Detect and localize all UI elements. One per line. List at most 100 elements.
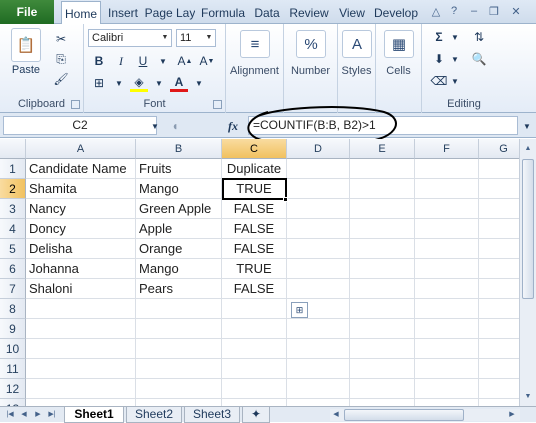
cell-c13[interactable] bbox=[222, 399, 287, 406]
decrease-font-icon[interactable]: A ▼ bbox=[198, 52, 216, 70]
cell-e3[interactable] bbox=[350, 199, 415, 219]
horizontal-scroll-thumb[interactable] bbox=[344, 409, 464, 421]
tab-formulas[interactable]: Formula bbox=[197, 2, 249, 24]
cell-a5[interactable]: Delisha bbox=[26, 239, 136, 259]
cell-f13[interactable] bbox=[415, 399, 479, 406]
cell-g8[interactable] bbox=[479, 299, 519, 319]
autosum-dropdown-icon[interactable]: ▼ bbox=[446, 28, 464, 46]
underline-dropdown-icon[interactable]: ▼ bbox=[154, 52, 172, 70]
cell-f5[interactable] bbox=[415, 239, 479, 259]
insert-sheet-icon[interactable]: ✦ bbox=[242, 407, 270, 423]
cell-e8[interactable] bbox=[350, 299, 415, 319]
window-restore-icon[interactable]: ❐ bbox=[486, 3, 502, 19]
cell-c9[interactable] bbox=[222, 319, 287, 339]
cell-g7[interactable] bbox=[479, 279, 519, 299]
cell-a11[interactable] bbox=[26, 359, 136, 379]
cell-f1[interactable] bbox=[415, 159, 479, 179]
tab-home[interactable]: Home bbox=[61, 1, 101, 25]
cell-d5[interactable] bbox=[287, 239, 350, 259]
cell-a10[interactable] bbox=[26, 339, 136, 359]
cell-b13[interactable] bbox=[136, 399, 222, 406]
last-sheet-icon[interactable]: ▶| bbox=[46, 409, 58, 421]
cell-d3[interactable] bbox=[287, 199, 350, 219]
fill-dropdown-icon[interactable]: ▼ bbox=[446, 50, 464, 68]
row-header-11[interactable]: 11 bbox=[0, 359, 26, 379]
cell-f8[interactable] bbox=[415, 299, 479, 319]
cell-b9[interactable] bbox=[136, 319, 222, 339]
number-format-button[interactable]: % bbox=[296, 30, 326, 58]
cell-c12[interactable] bbox=[222, 379, 287, 399]
sheet-tab-sheet3[interactable]: Sheet3 bbox=[184, 407, 240, 423]
font-launcher-icon[interactable] bbox=[213, 100, 222, 109]
cell-f2[interactable] bbox=[415, 179, 479, 199]
scroll-up-icon[interactable]: ▲ bbox=[522, 143, 534, 155]
cell-b12[interactable] bbox=[136, 379, 222, 399]
cell-g5[interactable] bbox=[479, 239, 519, 259]
font-color-dropdown-icon[interactable]: ▼ bbox=[190, 74, 208, 92]
cell-a13[interactable] bbox=[26, 399, 136, 406]
cell-d2[interactable] bbox=[287, 179, 350, 199]
cells-button[interactable]: ▦ bbox=[384, 30, 414, 58]
row-header-13[interactable]: 13 bbox=[0, 399, 26, 406]
cell-g6[interactable] bbox=[479, 259, 519, 279]
row-header-7[interactable]: 7 bbox=[0, 279, 26, 299]
column-header-c[interactable]: C bbox=[222, 139, 287, 159]
font-color-button[interactable]: A bbox=[170, 74, 188, 92]
underline-button[interactable]: U bbox=[134, 52, 152, 70]
fill-color-dropdown-icon[interactable]: ▼ bbox=[150, 74, 168, 92]
cell-c10[interactable] bbox=[222, 339, 287, 359]
cell-f4[interactable] bbox=[415, 219, 479, 239]
cell-e6[interactable] bbox=[350, 259, 415, 279]
cell-e11[interactable] bbox=[350, 359, 415, 379]
row-header-5[interactable]: 5 bbox=[0, 239, 26, 259]
cut-icon[interactable]: ✂ bbox=[52, 30, 70, 48]
help-icon[interactable]: ? bbox=[446, 3, 462, 19]
cell-a9[interactable] bbox=[26, 319, 136, 339]
cell-c7[interactable]: FALSE bbox=[222, 279, 287, 299]
cell-c11[interactable] bbox=[222, 359, 287, 379]
row-header-6[interactable]: 6 bbox=[0, 259, 26, 279]
cell-a4[interactable]: Doncy bbox=[26, 219, 136, 239]
tab-developer[interactable]: Develop bbox=[371, 2, 421, 24]
row-header-12[interactable]: 12 bbox=[0, 379, 26, 399]
cell-f3[interactable] bbox=[415, 199, 479, 219]
cell-g1[interactable] bbox=[479, 159, 519, 179]
name-box[interactable]: C2 bbox=[3, 116, 157, 135]
vertical-scroll-thumb[interactable] bbox=[522, 159, 534, 299]
cell-d1[interactable] bbox=[287, 159, 350, 179]
font-name-combo[interactable]: Calibri ▼ bbox=[88, 29, 172, 47]
cell-d12[interactable] bbox=[287, 379, 350, 399]
tab-view[interactable]: View bbox=[335, 2, 369, 24]
tab-data[interactable]: Data bbox=[251, 2, 283, 24]
scroll-left-icon[interactable]: ◀ bbox=[330, 409, 342, 421]
cell-b8[interactable] bbox=[136, 299, 222, 319]
styles-button[interactable]: A bbox=[342, 30, 372, 58]
cell-g12[interactable] bbox=[479, 379, 519, 399]
tab-review[interactable]: Review bbox=[285, 2, 333, 24]
cell-c3[interactable]: FALSE bbox=[222, 199, 287, 219]
file-tab[interactable]: File bbox=[0, 0, 54, 24]
cell-b2[interactable]: Mango bbox=[136, 179, 222, 199]
cell-c6[interactable]: TRUE bbox=[222, 259, 287, 279]
italic-button[interactable]: I bbox=[112, 52, 130, 70]
increase-font-icon[interactable]: A ▲ bbox=[176, 52, 194, 70]
cell-c8[interactable] bbox=[222, 299, 287, 319]
first-sheet-icon[interactable]: |◀ bbox=[4, 409, 16, 421]
cell-d10[interactable] bbox=[287, 339, 350, 359]
bold-button[interactable]: B bbox=[90, 52, 108, 70]
borders-icon[interactable]: ⊞ bbox=[90, 74, 108, 92]
cell-c5[interactable]: FALSE bbox=[222, 239, 287, 259]
row-header-1[interactable]: 1 bbox=[0, 159, 26, 179]
row-header-9[interactable]: 9 bbox=[0, 319, 26, 339]
expand-formula-bar-icon[interactable]: ▼ bbox=[518, 117, 536, 135]
scroll-right-icon[interactable]: ▶ bbox=[506, 409, 518, 421]
cell-a8[interactable] bbox=[26, 299, 136, 319]
cell-b10[interactable] bbox=[136, 339, 222, 359]
clipboard-launcher-icon[interactable] bbox=[71, 100, 80, 109]
cell-a12[interactable] bbox=[26, 379, 136, 399]
row-header-2[interactable]: 2 bbox=[0, 179, 26, 199]
name-box-dropdown-icon[interactable]: ▼ bbox=[146, 117, 164, 135]
cell-a2[interactable]: Shamita bbox=[26, 179, 136, 199]
cell-e5[interactable] bbox=[350, 239, 415, 259]
cell-g3[interactable] bbox=[479, 199, 519, 219]
